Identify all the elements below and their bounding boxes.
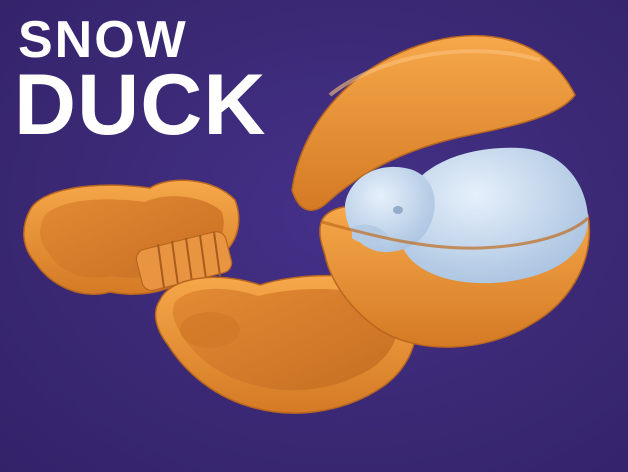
title-duck: DUCK	[14, 57, 267, 153]
snow-duck-eye	[393, 206, 403, 214]
product-image: SNOW DUCK	[0, 0, 628, 472]
